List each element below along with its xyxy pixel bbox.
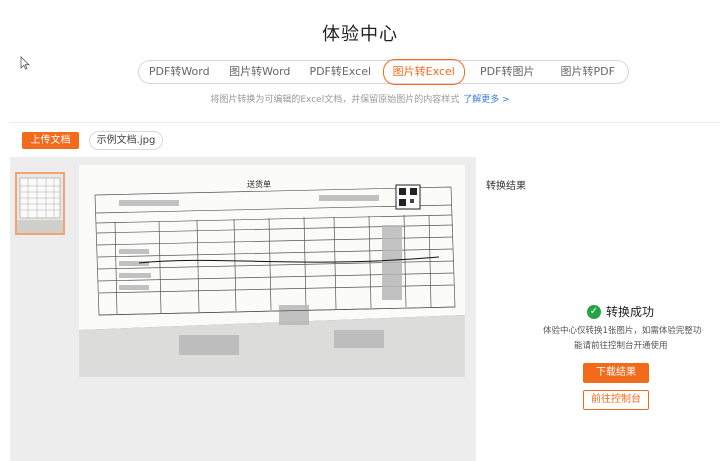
mouse-cursor-icon	[20, 56, 30, 70]
conversion-tabs: PDF转Word 图片转Word PDF转Excel 图片转Excel PDF转…	[138, 59, 629, 85]
tab-image-to-excel[interactable]: 图片转Excel	[382, 59, 465, 85]
result-heading: 转换结果	[486, 181, 526, 192]
tab-pdf-to-image[interactable]: PDF转图片	[467, 61, 548, 83]
download-result-button[interactable]: 下载结果	[583, 363, 649, 383]
trial-note-line-1: 体验中心仅转换1张图片，如需体验完整功	[543, 326, 702, 336]
go-to-console-button[interactable]: 前往控制台	[583, 390, 649, 410]
success-status: ✓ 转换成功	[587, 303, 654, 320]
trial-note-line-2: 能请前往控制台开通使用	[574, 341, 668, 351]
success-text: 转换成功	[606, 305, 655, 319]
check-circle-icon: ✓	[587, 304, 601, 319]
sample-file-chip[interactable]: 示例文档.jpg	[89, 131, 163, 150]
delivery-note-photo: 送货单	[79, 165, 465, 377]
tab-pdf-to-excel[interactable]: PDF转Excel	[300, 61, 381, 83]
tab-pdf-to-word[interactable]: PDF转Word	[139, 61, 220, 83]
tab-image-to-word[interactable]: 图片转Word	[220, 61, 301, 83]
subtitle-text: 将图片转换为可编辑的Excel文档，并保留原始图片的内容样式	[210, 95, 460, 105]
uploaded-document-image: 送货单	[79, 165, 465, 377]
page-title: 体验中心	[322, 24, 398, 45]
learn-more-link[interactable]: 了解更多 >	[463, 95, 509, 105]
divider	[10, 122, 720, 123]
thumbnail-document-icon	[17, 174, 63, 233]
upload-document-button[interactable]: 上传文档	[22, 132, 79, 149]
document-thumbnail[interactable]	[15, 172, 65, 235]
tab-image-to-pdf[interactable]: 图片转PDF	[548, 61, 629, 83]
page-subtitle: 将图片转换为可编辑的Excel文档，并保留原始图片的内容样式 了解更多 >	[0, 92, 720, 105]
document-heading: 送货单	[247, 179, 271, 189]
